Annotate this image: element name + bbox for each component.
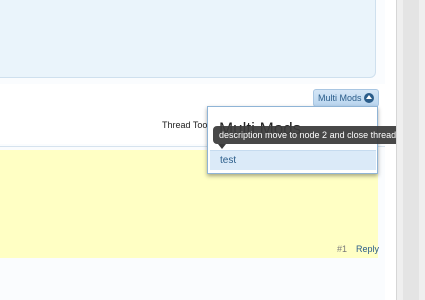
post-number-link[interactable]: #1: [337, 244, 347, 254]
reply-link[interactable]: Reply: [356, 244, 379, 254]
content-panel: [0, 0, 376, 78]
tooltip-arrow: [218, 144, 226, 149]
multi-mods-button-label: Multi Mods: [318, 93, 362, 103]
vertical-scrollbar[interactable]: [396, 0, 425, 300]
chevron-up-icon: [364, 93, 374, 103]
thread-tools-link[interactable]: Thread Too: [162, 120, 207, 130]
multi-mods-menu-item[interactable]: test: [210, 150, 376, 170]
tooltip: description move to node 2 and close thr…: [213, 126, 413, 144]
scrollbar-track[interactable]: [403, 0, 419, 300]
multi-mods-button[interactable]: Multi Mods: [313, 89, 379, 107]
menu-item-label: test: [220, 155, 237, 166]
